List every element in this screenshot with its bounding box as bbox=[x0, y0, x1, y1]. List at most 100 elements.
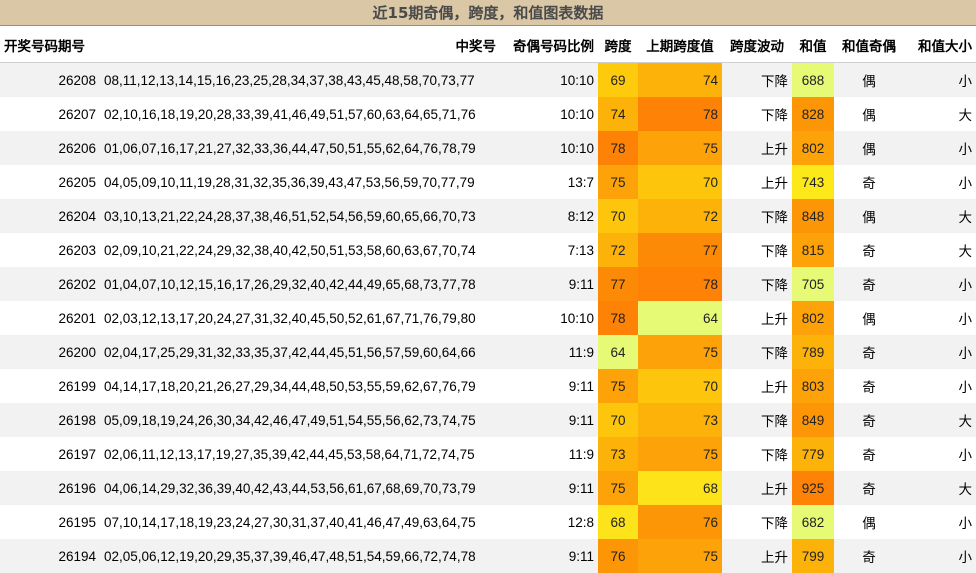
cell-sum: 802 bbox=[792, 131, 834, 165]
header-prev-span[interactable]: 上期跨度值 bbox=[638, 28, 722, 63]
cell-numbers: 01,04,07,10,12,15,16,17,26,29,32,40,42,4… bbox=[104, 276, 476, 292]
cell-sum-parity: 奇 bbox=[862, 448, 876, 464]
cell-period: 26202 bbox=[58, 276, 96, 292]
cell-numbers: 02,04,17,25,29,31,32,33,35,37,42,44,45,5… bbox=[104, 344, 476, 360]
cell-sum-size: 大 bbox=[958, 414, 973, 430]
cell-sum-size: 小 bbox=[958, 74, 973, 90]
cell-sum-size: 小 bbox=[958, 516, 973, 532]
cell-sum: 815 bbox=[792, 233, 834, 267]
cell-sum-size: 大 bbox=[958, 244, 973, 260]
cell-period: 26204 bbox=[58, 208, 96, 224]
cell-span: 68 bbox=[598, 505, 638, 539]
table-row: 26208 08,11,12,13,14,15,16,23,25,28,34,37… bbox=[0, 62, 976, 97]
cell-sum-size: 小 bbox=[958, 176, 973, 192]
table-row: 26203 02,09,10,21,22,24,29,32,38,40,42,50… bbox=[0, 233, 976, 267]
cell-ratio: 12:8 bbox=[567, 514, 594, 530]
cell-trend: 下降 bbox=[761, 448, 788, 464]
cell-numbers: 02,05,06,12,19,20,29,35,37,39,46,47,48,5… bbox=[104, 548, 476, 564]
table-row: 26194 02,05,06,12,19,20,29,35,37,39,46,47… bbox=[0, 539, 976, 573]
cell-span: 70 bbox=[598, 199, 638, 233]
cell-ratio: 9:11 bbox=[568, 276, 594, 292]
cell-trend: 上升 bbox=[761, 380, 788, 396]
cell-span: 76 bbox=[598, 539, 638, 573]
cell-span: 64 bbox=[598, 335, 638, 369]
cell-numbers: 05,09,18,19,24,26,30,34,42,46,47,49,51,5… bbox=[104, 412, 476, 428]
cell-trend: 下降 bbox=[761, 244, 788, 260]
cell-prev-span: 77 bbox=[638, 233, 722, 267]
cell-ratio: 10:10 bbox=[560, 140, 594, 156]
cell-numbers: 04,14,17,18,20,21,26,27,29,34,44,48,50,5… bbox=[104, 378, 476, 394]
cell-sum-parity: 偶 bbox=[862, 210, 876, 226]
cell-sum: 848 bbox=[792, 199, 834, 233]
cell-prev-span: 78 bbox=[638, 267, 722, 301]
cell-period: 26203 bbox=[58, 242, 96, 258]
cell-prev-span: 74 bbox=[638, 62, 722, 97]
cell-sum: 828 bbox=[792, 97, 834, 131]
cell-span: 77 bbox=[598, 267, 638, 301]
cell-span: 74 bbox=[598, 97, 638, 131]
cell-period: 26198 bbox=[58, 412, 96, 428]
cell-sum: 789 bbox=[792, 335, 834, 369]
cell-sum-size: 大 bbox=[958, 482, 973, 498]
cell-span: 75 bbox=[598, 369, 638, 403]
cell-trend: 下降 bbox=[761, 516, 788, 532]
cell-trend: 下降 bbox=[761, 278, 788, 294]
cell-sum-size: 大 bbox=[958, 210, 973, 226]
cell-sum-parity: 偶 bbox=[862, 312, 876, 328]
cell-trend: 下降 bbox=[761, 108, 788, 124]
cell-sum-size: 大 bbox=[958, 108, 973, 124]
cell-sum-size: 小 bbox=[958, 550, 973, 566]
cell-numbers: 08,11,12,13,14,15,16,23,25,28,34,37,38,4… bbox=[104, 72, 475, 88]
cell-prev-span: 75 bbox=[638, 335, 722, 369]
header-span[interactable]: 跨度 bbox=[598, 28, 638, 63]
cell-sum: 849 bbox=[792, 403, 834, 437]
table-row: 26206 01,06,07,16,17,21,27,32,33,36,44,47… bbox=[0, 131, 976, 165]
cell-period: 26199 bbox=[58, 378, 96, 394]
cell-numbers: 04,06,14,29,32,36,39,40,42,43,44,53,56,6… bbox=[104, 480, 476, 496]
cell-prev-span: 78 bbox=[638, 97, 722, 131]
cell-sum-size: 小 bbox=[958, 142, 973, 158]
cell-sum: 925 bbox=[792, 471, 834, 505]
cell-prev-span: 72 bbox=[638, 199, 722, 233]
header-trend[interactable]: 跨度波动 bbox=[722, 28, 792, 63]
cell-sum-parity: 偶 bbox=[862, 108, 876, 124]
cell-period: 26196 bbox=[58, 480, 96, 496]
header-sum-size[interactable]: 和值大小 bbox=[904, 28, 976, 63]
cell-sum: 799 bbox=[792, 539, 834, 573]
header-sum-parity[interactable]: 和值奇偶 bbox=[834, 28, 904, 63]
cell-sum-parity: 奇 bbox=[862, 482, 876, 498]
cell-sum-parity: 奇 bbox=[862, 244, 876, 260]
cell-sum-parity: 偶 bbox=[862, 516, 876, 532]
cell-sum-size: 小 bbox=[958, 448, 973, 464]
cell-span: 72 bbox=[598, 233, 638, 267]
cell-ratio: 10:10 bbox=[560, 72, 594, 88]
cell-ratio: 9:11 bbox=[568, 412, 594, 428]
header-numbers[interactable]: 中奖号 bbox=[100, 28, 500, 63]
cell-trend: 上升 bbox=[761, 176, 788, 192]
cell-sum-parity: 奇 bbox=[862, 278, 876, 294]
cell-ratio: 9:11 bbox=[568, 378, 594, 394]
cell-ratio: 11:9 bbox=[568, 446, 594, 462]
cell-sum-parity: 偶 bbox=[862, 142, 876, 158]
cell-period: 26201 bbox=[58, 310, 96, 326]
cell-ratio: 10:10 bbox=[560, 106, 594, 122]
cell-sum-parity: 奇 bbox=[862, 550, 876, 566]
cell-sum-parity: 奇 bbox=[862, 414, 876, 430]
cell-trend: 下降 bbox=[761, 74, 788, 90]
header-period[interactable]: 开奖号码期号 bbox=[0, 28, 100, 63]
cell-span: 78 bbox=[598, 301, 638, 335]
header-ratio[interactable]: 奇偶号码比例 bbox=[500, 28, 598, 63]
cell-span: 73 bbox=[598, 437, 638, 471]
cell-period: 26206 bbox=[58, 140, 96, 156]
header-sum[interactable]: 和值 bbox=[792, 28, 834, 63]
cell-sum-size: 小 bbox=[958, 312, 973, 328]
cell-prev-span: 75 bbox=[638, 539, 722, 573]
cell-prev-span: 75 bbox=[638, 437, 722, 471]
cell-sum-parity: 奇 bbox=[862, 346, 876, 362]
cell-sum-parity: 奇 bbox=[862, 380, 876, 396]
cell-prev-span: 70 bbox=[638, 369, 722, 403]
header-row: 开奖号码期号 中奖号 奇偶号码比例 跨度 上期跨度值 跨度波动 和值 和值奇偶 … bbox=[0, 28, 976, 63]
table-row: 26205 04,05,09,10,11,19,28,31,32,35,36,39… bbox=[0, 165, 976, 199]
cell-ratio: 9:11 bbox=[568, 480, 594, 496]
table-row: 26207 02,10,16,18,19,20,28,33,39,41,46,49… bbox=[0, 97, 976, 131]
